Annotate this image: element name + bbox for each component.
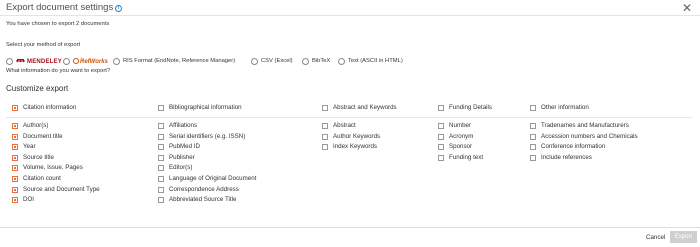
group-3-header-checkbox[interactable] bbox=[438, 105, 444, 111]
refworks-label: RefWorks bbox=[80, 59, 108, 65]
group-3-item-2-label[interactable]: Sponsor bbox=[449, 143, 472, 151]
cancel-button[interactable]: Cancel bbox=[646, 234, 665, 241]
group-4-item-1-label[interactable]: Accession numbers and Chemicals bbox=[541, 133, 638, 141]
group-0-item-7-label[interactable]: DOI bbox=[23, 196, 34, 204]
group-0-item-6-label[interactable]: Source and Document Type bbox=[23, 186, 100, 194]
group-4-item-3-label[interactable]: Include references bbox=[541, 154, 592, 162]
export-count-text: You have chosen to export 2 documents bbox=[6, 21, 110, 27]
header-divider bbox=[0, 15, 700, 16]
group-1-item-5-checkbox[interactable] bbox=[158, 176, 164, 182]
group-0-header-checkbox[interactable] bbox=[12, 105, 18, 111]
group-3-item-3-label[interactable]: Funding text bbox=[449, 154, 483, 162]
group-1-item-5-label[interactable]: Language of Original Document bbox=[169, 175, 256, 183]
group-2-item-1-label[interactable]: Author Keywords bbox=[333, 133, 380, 141]
group-0-header-label[interactable]: Citation information bbox=[23, 104, 76, 112]
group-0-item-1-checkbox[interactable] bbox=[12, 133, 18, 140]
ris-label[interactable]: RIS Format (EndNote, Reference Manager) bbox=[123, 58, 235, 65]
radio-csv[interactable] bbox=[251, 58, 258, 65]
group-4-header-label[interactable]: Other information bbox=[541, 104, 589, 112]
refworks-logo[interactable]: RefWorks bbox=[73, 58, 108, 66]
dialog-title-text: Export document settings bbox=[6, 2, 114, 13]
csv-label[interactable]: CSV (Excel) bbox=[261, 58, 293, 65]
group-1-item-6-label[interactable]: Correspondence Address bbox=[169, 186, 239, 194]
group-1-item-2-label[interactable]: PubMed ID bbox=[169, 143, 200, 151]
group-0-item-4-checkbox[interactable] bbox=[12, 165, 18, 172]
group-1-header-label[interactable]: Bibliographical information bbox=[169, 104, 242, 112]
group-0-item-7-checkbox[interactable] bbox=[12, 197, 18, 204]
group-3-item-1-checkbox[interactable] bbox=[438, 133, 444, 140]
group-0-item-4-label[interactable]: Volume, Issue, Pages bbox=[23, 164, 83, 172]
group-4-item-1-checkbox[interactable] bbox=[530, 133, 536, 140]
group-1-item-3-checkbox[interactable] bbox=[158, 154, 164, 161]
group-0-item-0-checkbox[interactable] bbox=[12, 123, 18, 129]
group-2-header-checkbox[interactable] bbox=[322, 105, 328, 111]
group-2-header-label[interactable]: Abstract and Keywords bbox=[333, 104, 397, 112]
group-4-item-2-label[interactable]: Conference information bbox=[541, 143, 605, 151]
radio-bibtex[interactable] bbox=[302, 58, 309, 65]
radio-text[interactable] bbox=[338, 58, 345, 65]
group-4-item-3-checkbox[interactable] bbox=[530, 154, 536, 161]
group-3-header-label[interactable]: Funding Details bbox=[449, 104, 492, 112]
footer-divider bbox=[0, 227, 700, 228]
group-1-item-1-checkbox[interactable] bbox=[158, 133, 164, 140]
group-1-item-2-checkbox[interactable] bbox=[158, 144, 164, 151]
group-3-item-0-checkbox[interactable] bbox=[438, 123, 444, 129]
group-4-item-2-checkbox[interactable] bbox=[530, 144, 536, 151]
header-row-divider bbox=[6, 117, 692, 118]
group-2-item-0-checkbox[interactable] bbox=[322, 123, 328, 129]
mendeley-label: MENDELEY bbox=[27, 59, 62, 65]
group-2-item-1-checkbox[interactable] bbox=[322, 133, 328, 140]
group-0-item-2-label[interactable]: Year bbox=[23, 143, 36, 151]
method-prompt: Select your method of export bbox=[6, 42, 81, 48]
mendeley-icon bbox=[16, 59, 25, 63]
group-2-item-0-label[interactable]: Abstract bbox=[333, 122, 356, 130]
info-icon[interactable]: i bbox=[115, 5, 123, 12]
refworks-icon bbox=[73, 58, 79, 64]
group-0-item-3-checkbox[interactable] bbox=[12, 154, 18, 161]
group-1-header-checkbox[interactable] bbox=[158, 105, 164, 111]
mendeley-logo[interactable]: MENDELEY bbox=[16, 58, 62, 66]
radio-mendeley[interactable] bbox=[6, 58, 13, 65]
group-1-item-7-label[interactable]: Abbreviated Source Title bbox=[169, 196, 236, 204]
group-1-item-3-label[interactable]: Publisher bbox=[169, 154, 195, 162]
group-3-item-2-checkbox[interactable] bbox=[438, 144, 444, 151]
group-1-item-1-label[interactable]: Serial identifiers (e.g. ISSN) bbox=[169, 133, 245, 141]
group-1-item-4-label[interactable]: Editor(s) bbox=[169, 164, 192, 172]
radio-refworks[interactable] bbox=[63, 58, 70, 65]
group-0-item-3-label[interactable]: Source title bbox=[23, 154, 54, 162]
what-prompt: What information do you want to export? bbox=[6, 68, 111, 74]
group-0-item-2-checkbox[interactable] bbox=[12, 144, 18, 151]
bibtex-label[interactable]: BibTeX bbox=[312, 58, 330, 65]
export-button[interactable]: Export bbox=[670, 231, 697, 243]
group-2-item-2-label[interactable]: Index Keywords bbox=[333, 143, 377, 151]
group-4-item-0-label[interactable]: Tradenames and Manufacturers bbox=[541, 122, 629, 130]
group-1-item-0-checkbox[interactable] bbox=[158, 123, 164, 129]
group-4-item-0-checkbox[interactable] bbox=[530, 123, 536, 129]
group-0-item-6-checkbox[interactable] bbox=[12, 186, 18, 193]
group-0-item-0-label[interactable]: Author(s) bbox=[23, 122, 48, 130]
dialog-title: Export document settings i bbox=[6, 2, 123, 13]
group-3-item-0-label[interactable]: Number bbox=[449, 122, 471, 130]
radio-ris[interactable] bbox=[113, 58, 120, 65]
group-0-item-5-checkbox[interactable] bbox=[12, 176, 18, 182]
group-1-item-4-checkbox[interactable] bbox=[158, 165, 164, 172]
text-label[interactable]: Text (ASCII in HTML) bbox=[348, 58, 403, 65]
group-2-item-2-checkbox[interactable] bbox=[322, 144, 328, 151]
group-1-item-7-checkbox[interactable] bbox=[158, 197, 164, 204]
customize-heading: Customize export bbox=[6, 84, 69, 93]
group-0-item-5-label[interactable]: Citation count bbox=[23, 175, 61, 183]
close-icon[interactable]: ✕ bbox=[682, 1, 692, 15]
group-1-item-0-label[interactable]: Affiliations bbox=[169, 122, 197, 130]
group-0-item-1-label[interactable]: Document title bbox=[23, 133, 63, 141]
group-4-header-checkbox[interactable] bbox=[530, 105, 536, 111]
group-1-item-6-checkbox[interactable] bbox=[158, 186, 164, 193]
group-3-item-1-label[interactable]: Acronym bbox=[449, 133, 473, 141]
group-3-item-3-checkbox[interactable] bbox=[438, 154, 444, 161]
